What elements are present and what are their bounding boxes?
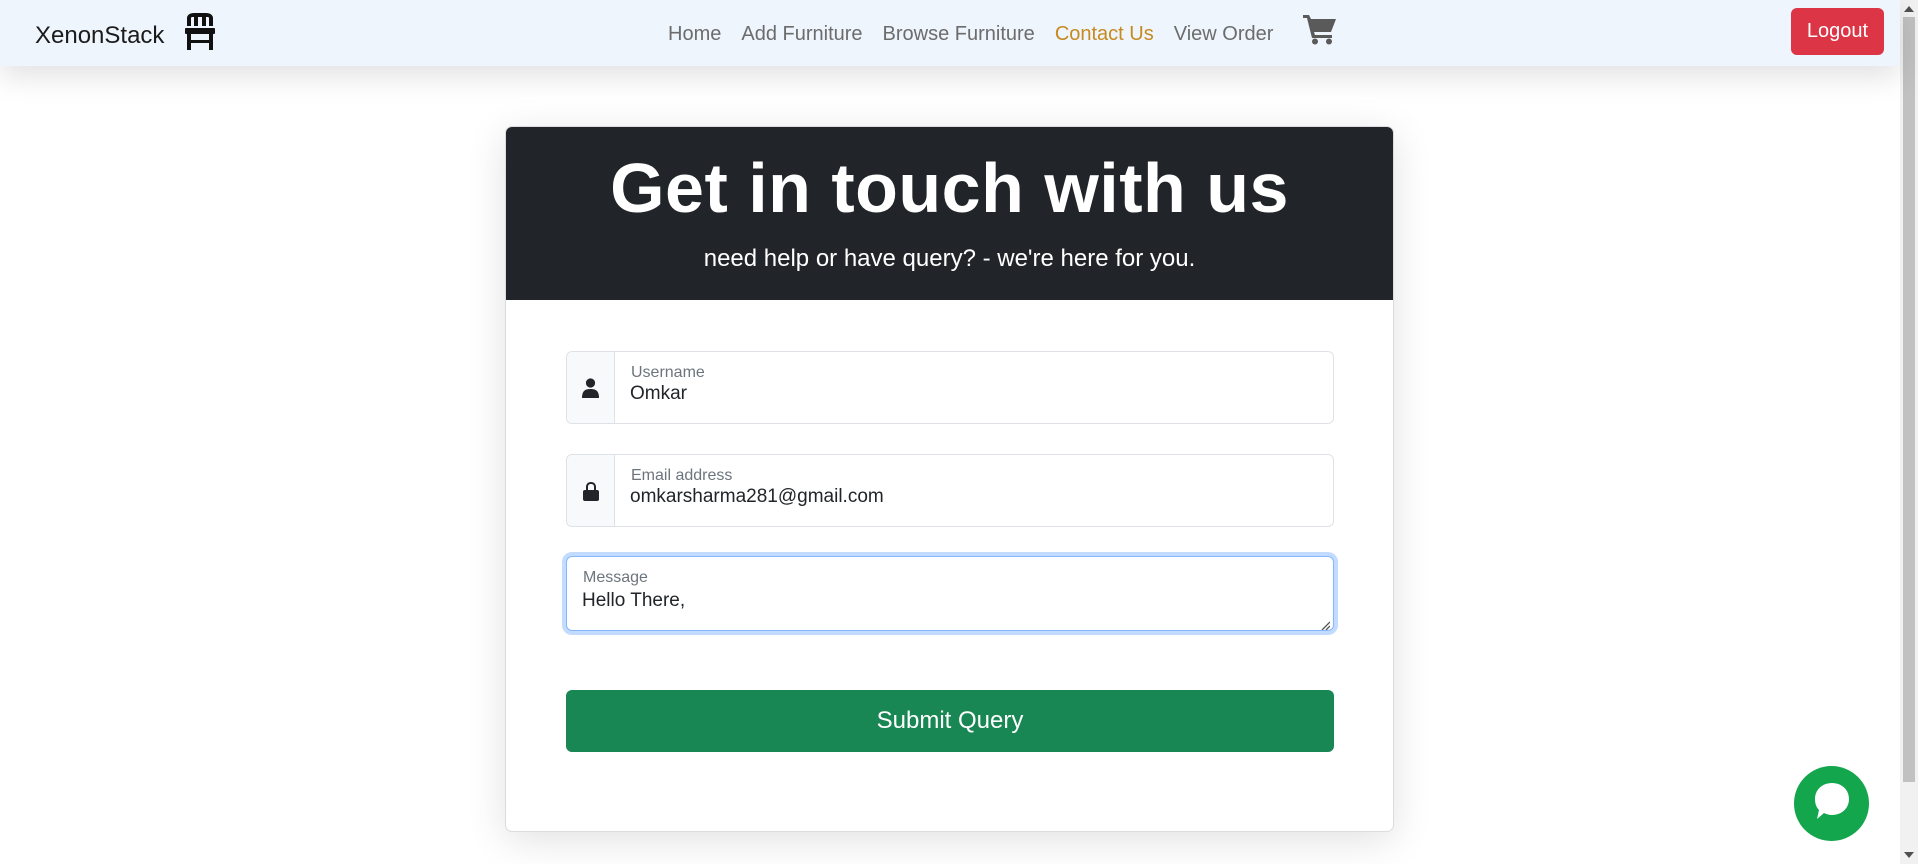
resize-handle-icon[interactable] — [1320, 617, 1331, 631]
contact-header: Get in touch with us need help or have q… — [506, 127, 1393, 300]
chair-icon — [184, 12, 216, 57]
username-inner: Username — [615, 352, 1333, 423]
message-label: Message — [583, 569, 648, 586]
email-inner: Email address — [615, 455, 1333, 526]
message-textarea[interactable] — [582, 590, 1272, 612]
navbar: XenonStack Home Add Furniture Browse Fur… — [0, 0, 1900, 66]
chat-bubble-icon — [1813, 781, 1851, 826]
submit-query-button[interactable]: Submit Query — [566, 690, 1334, 752]
contact-card: Get in touch with us need help or have q… — [505, 126, 1394, 832]
email-field: Email address — [566, 454, 1334, 527]
nav-links: Home Add Furniture Browse Furniture Cont… — [668, 15, 1337, 50]
user-icon — [567, 352, 615, 423]
lock-icon — [567, 455, 615, 526]
brand[interactable]: XenonStack — [35, 12, 216, 57]
scroll-thumb[interactable] — [1903, 17, 1915, 782]
email-label: Email address — [631, 467, 733, 484]
username-input[interactable] — [630, 383, 1320, 405]
scroll-up-icon[interactable] — [1904, 6, 1914, 12]
scroll-down-icon[interactable] — [1904, 852, 1914, 858]
nav-link-browse-furniture[interactable]: Browse Furniture — [883, 23, 1035, 46]
logout-button[interactable]: Logout — [1791, 8, 1884, 55]
username-label: Username — [631, 364, 705, 381]
nav-link-view-order[interactable]: View Order — [1174, 23, 1274, 46]
nav-link-contact-us[interactable]: Contact Us — [1055, 23, 1154, 46]
email-input[interactable] — [630, 486, 1320, 508]
nav-link-add-furniture[interactable]: Add Furniture — [741, 23, 862, 46]
contact-subtitle: need help or have query? - we're here fo… — [703, 245, 1196, 272]
page-scrollbar[interactable] — [1900, 0, 1918, 864]
chat-widget-button[interactable] — [1794, 766, 1869, 841]
contact-title: Get in touch with us — [610, 149, 1289, 227]
username-field: Username — [566, 351, 1334, 424]
cart-icon[interactable] — [1303, 13, 1337, 50]
message-field[interactable]: Message — [566, 556, 1334, 631]
nav-link-home[interactable]: Home — [668, 23, 721, 46]
brand-name: XenonStack — [35, 21, 165, 49]
